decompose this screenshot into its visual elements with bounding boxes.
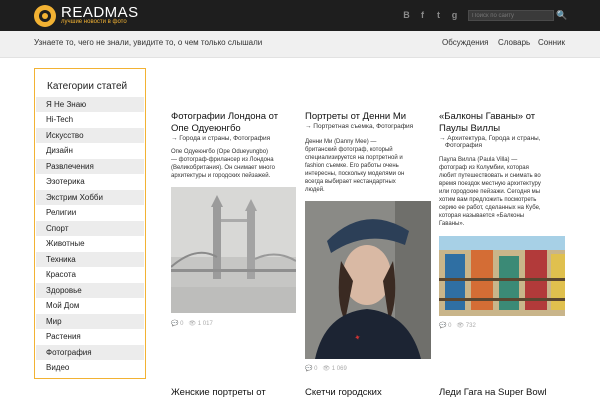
article-excerpt: людей.	[305, 187, 325, 193]
article-excerpt: интересны, поскольку моделями он	[305, 171, 405, 177]
article-title[interactable]: Опе Одуеюнгбо	[171, 123, 241, 135]
sidebar-item[interactable]: Здоровье	[36, 283, 144, 298]
sidebar-item[interactable]: Hi-Tech	[36, 112, 144, 127]
comments-count: 0	[180, 321, 184, 327]
logo-eye-icon[interactable]	[34, 5, 56, 27]
article-title[interactable]: Паулы Виллы	[439, 123, 500, 135]
search-icon[interactable]: 🔍	[556, 10, 568, 21]
blogger-icon[interactable]: B	[402, 10, 411, 20]
article-excerpt: любит путешествовать и снимать во	[439, 173, 541, 179]
sidebar-item[interactable]: Животные	[36, 236, 144, 251]
page-tagline: Узнаете то, чего не знали, увидите то, о…	[34, 38, 263, 47]
sidebar-item[interactable]: Развлечения	[36, 159, 144, 174]
article-title[interactable]: Фотографии Лондона от	[171, 111, 278, 123]
article-title[interactable]: Леди Гага на Super Bowl	[439, 387, 547, 399]
sidebar-title: Категории статей	[47, 81, 128, 92]
views-count: 1 017	[197, 321, 213, 327]
article-excerpt: Гаваны».	[439, 221, 465, 227]
article-category[interactable]: → Портретная съемка, Фотография	[305, 123, 413, 131]
article-title[interactable]: Скетчи городских	[305, 387, 382, 399]
article-excerpt: Опе Одуеюнгбо (Ope Odueyungbo)	[171, 149, 269, 155]
article-stats: 💬 0 👁 1 017	[171, 321, 213, 327]
sidebar-item[interactable]: Я Не Знаю	[36, 97, 144, 112]
article-excerpt: которая называется «Балконы	[439, 213, 525, 219]
sidebar-item[interactable]: Растения	[36, 329, 144, 344]
comments-count: 0	[314, 366, 318, 372]
sidebar-item[interactable]: Эзотерика	[36, 174, 144, 189]
article-title[interactable]: «Балконы Гаваны» от	[439, 111, 535, 123]
article-excerpt: британский фотограф, который	[305, 147, 393, 153]
article-category[interactable]: → Города и страны, Фотография	[171, 135, 270, 143]
article-excerpt: — фотограф-фрилансер из Лондона	[171, 157, 274, 163]
article-photo-balconies[interactable]	[439, 236, 565, 316]
article-stats: 💬 0 👁 1 069	[305, 366, 347, 372]
article-excerpt: Денни Ми (Danny Mee) —	[305, 139, 377, 145]
article-stats: 💬 0 👁 732	[439, 323, 476, 329]
sidebar-item[interactable]: Мир	[36, 314, 144, 329]
article-excerpt: специализируется на портретной и	[305, 155, 403, 161]
nav-dream-book[interactable]: Сонник	[538, 38, 565, 47]
article-excerpt: хотим вам предложить посмотреть	[439, 197, 537, 203]
article-excerpt: fashion съемке. Его работы очень	[305, 163, 399, 169]
views-count: 1 069	[331, 366, 347, 372]
article-excerpt: всегда выбирает нестандартных	[305, 179, 396, 185]
article-excerpt: или городские пейзажи. Сегодня мы	[439, 189, 541, 195]
article-excerpt: фотограф из Колумбии, которая	[439, 165, 529, 171]
sidebar-item[interactable]: Спорт	[36, 221, 144, 236]
nav-discussions[interactable]: Обсуждения	[442, 38, 489, 47]
comments-count: 0	[448, 323, 452, 329]
sidebar-item[interactable]: Искусство	[36, 128, 144, 143]
article-excerpt: Паула Вилла (Paula Villa) —	[439, 157, 518, 163]
article-excerpt: архитектуры и городских пейзажей.	[171, 173, 271, 179]
sidebar-item[interactable]: Мой Дом	[36, 298, 144, 313]
article-title[interactable]: Женские портреты от	[171, 387, 266, 399]
sidebar-item[interactable]: Видео	[36, 360, 144, 375]
article-photo-portrait[interactable]: ✦	[305, 201, 431, 359]
categories-sidebar: Категории статей Я Не Знаю Hi-Tech Искус…	[34, 68, 146, 379]
search-input[interactable]	[468, 10, 554, 21]
site-tagline: лучшие новости в фото	[61, 19, 127, 25]
twitter-icon[interactable]: t	[434, 10, 443, 20]
article-excerpt: (Великобритания). Он снимает много	[171, 165, 275, 171]
sidebar-item[interactable]: Религии	[36, 205, 144, 220]
sidebar-item[interactable]: Фотография	[36, 345, 144, 360]
nav-dictionary[interactable]: Словарь	[498, 38, 530, 47]
facebook-icon[interactable]: f	[418, 10, 427, 20]
sidebar-item[interactable]: Красота	[36, 267, 144, 282]
article-excerpt: серию ее работ, сделанных на Кубе,	[439, 205, 541, 211]
article-photo-london[interactable]	[171, 187, 296, 313]
article-category[interactable]: Фотография	[445, 142, 482, 150]
sidebar-item[interactable]: Техника	[36, 252, 144, 267]
views-count: 732	[465, 323, 476, 329]
article-title[interactable]: Портреты от Денни Ми	[305, 111, 406, 123]
sidebar-item[interactable]: Дизайн	[36, 143, 144, 158]
google-icon[interactable]: g	[450, 10, 459, 20]
sidebar-item[interactable]: Экстрим Хобби	[36, 190, 144, 205]
article-excerpt: время поездок местную архитектуру	[439, 181, 541, 187]
